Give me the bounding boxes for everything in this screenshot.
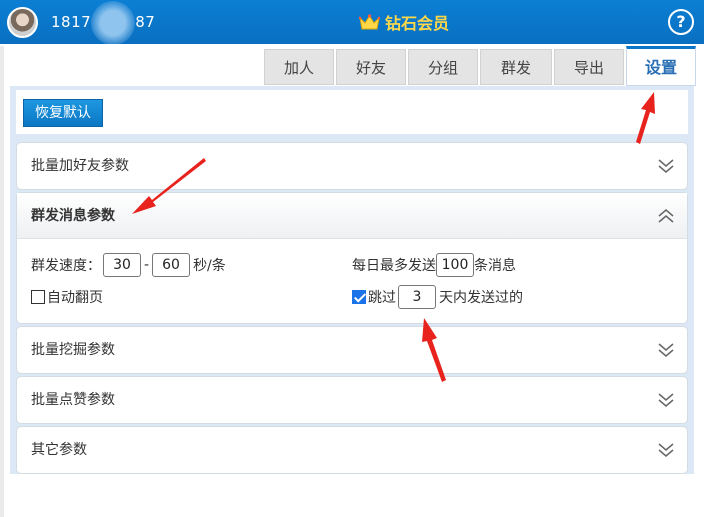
skip-unit: 天内发送过的	[439, 290, 523, 306]
skip-label: 跳过	[368, 290, 396, 306]
tab-label: 设置	[644, 58, 677, 77]
send-speed-row: 群发速度： 30 - 60 秒/条	[31, 252, 226, 278]
tab-settings[interactable]: 设置	[626, 46, 696, 86]
phone-prefix: 1817	[51, 13, 92, 31]
settings-toolbar: 恢复默认	[16, 90, 688, 134]
auto-page-checkbox[interactable]	[31, 290, 45, 304]
section-title: 批量点赞参数	[31, 392, 115, 408]
tab-group-send[interactable]: 群发	[480, 49, 552, 85]
tab-label: 加人	[283, 59, 314, 77]
daily-limit-row: 每日最多发送 100 条消息	[352, 252, 516, 278]
app-window: 1817 87 钻石会员 ? 加人 好友 分组 群发 导出 设置 恢复默认 批量…	[0, 0, 704, 517]
tab-groups[interactable]: 分组	[408, 49, 478, 85]
tab-bar: 加人 好友 分组 群发 导出 设置	[0, 44, 704, 86]
speed-max-input[interactable]: 60	[152, 253, 191, 277]
section-title: 批量加好友参数	[31, 158, 129, 174]
speed-separator: -	[144, 257, 150, 273]
section-title: 群发消息参数	[31, 208, 115, 224]
chevron-double-down-icon[interactable]	[657, 157, 675, 175]
chevron-double-down-icon[interactable]	[657, 441, 675, 459]
section-header[interactable]: 其它参数	[17, 427, 687, 473]
help-circle-icon: ?	[676, 12, 686, 31]
tab-label: 群发	[500, 59, 531, 77]
daily-limit-unit: 条消息	[474, 258, 516, 274]
window-left-edge	[0, 46, 4, 517]
phone-mask	[91, 0, 136, 45]
skip-recent-checkbox[interactable]	[352, 290, 366, 304]
section-title: 其它参数	[31, 442, 87, 458]
skip-recent-row: 跳过 3 天内发送过的	[352, 284, 523, 310]
tab-label: 好友	[355, 59, 386, 77]
chevron-double-down-icon[interactable]	[657, 341, 675, 359]
tab-label: 分组	[427, 59, 458, 77]
section-group-send: 群发消息参数 群发速度： 30 - 60 秒/条 每日最多发送 100 条消息	[16, 192, 688, 324]
auto-page-row[interactable]: 自动翻页	[31, 284, 103, 310]
crown-icon	[359, 13, 380, 29]
section-batch-like: 批量点赞参数	[16, 376, 688, 424]
section-body: 群发速度： 30 - 60 秒/条 每日最多发送 100 条消息 自动翻页 跳过…	[17, 239, 687, 323]
avatar[interactable]	[7, 7, 38, 38]
daily-limit-input[interactable]: 100	[436, 253, 474, 277]
section-header[interactable]: 批量挖掘参数	[17, 327, 687, 373]
account-phone: 1817 87	[51, 0, 156, 45]
speed-min-input[interactable]: 30	[103, 253, 141, 277]
phone-suffix: 87	[135, 13, 156, 31]
send-speed-label: 群发速度：	[31, 258, 101, 274]
title-bar: 1817 87 钻石会员 ?	[0, 0, 704, 45]
chevron-double-up-icon[interactable]	[657, 207, 675, 225]
section-header[interactable]: 批量点赞参数	[17, 377, 687, 423]
help-button[interactable]: ?	[668, 9, 694, 35]
section-header[interactable]: 批量加好友参数	[17, 143, 687, 189]
section-batch-mining: 批量挖掘参数	[16, 326, 688, 374]
vip-label: 钻石会员	[385, 14, 450, 33]
tab-add-people[interactable]: 加人	[264, 49, 334, 85]
speed-unit: 秒/条	[193, 258, 226, 274]
vip-badge: 钻石会员	[359, 10, 449, 34]
auto-page-label: 自动翻页	[47, 290, 103, 306]
section-title: 批量挖掘参数	[31, 342, 115, 358]
section-other: 其它参数	[16, 426, 688, 474]
chevron-double-down-icon[interactable]	[657, 391, 675, 409]
skip-days-input[interactable]: 3	[398, 285, 436, 309]
settings-panel: 恢复默认 批量加好友参数 群发消息参数 群发速度： 30 - 60 秒/条 每日…	[10, 86, 694, 474]
tab-export[interactable]: 导出	[554, 49, 624, 85]
section-batch-add-friends: 批量加好友参数	[16, 142, 688, 190]
daily-limit-label: 每日最多发送	[352, 258, 436, 274]
tab-label: 导出	[573, 59, 604, 77]
section-header[interactable]: 群发消息参数	[17, 193, 687, 239]
restore-defaults-button[interactable]: 恢复默认	[23, 99, 103, 127]
tab-friends[interactable]: 好友	[336, 49, 406, 85]
